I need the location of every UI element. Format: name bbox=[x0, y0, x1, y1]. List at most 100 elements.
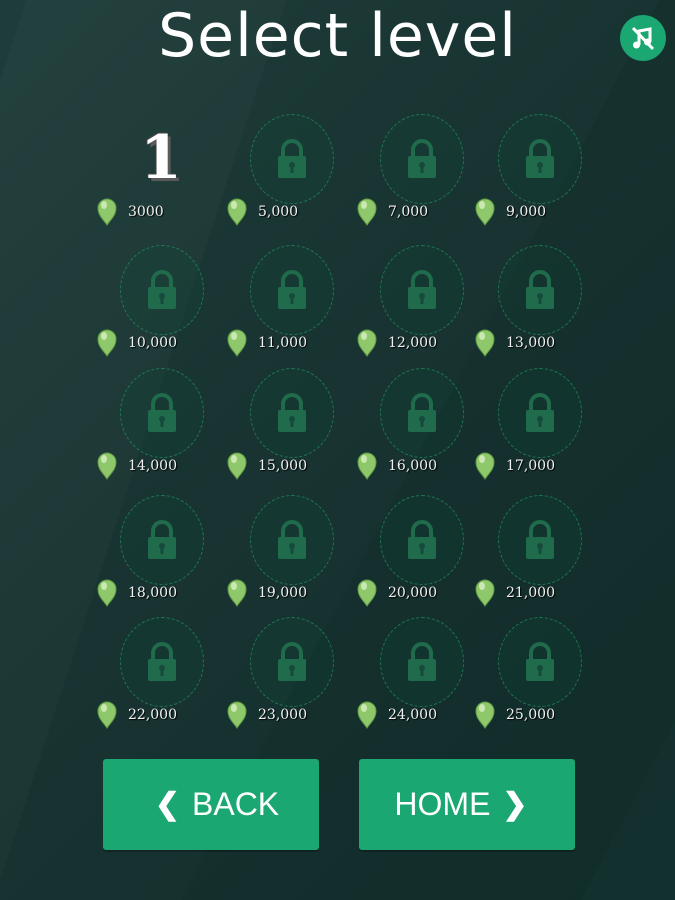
chevron-left-icon: ❮ bbox=[154, 788, 180, 821]
level-button-locked[interactable]: 12,000 bbox=[356, 245, 488, 365]
lock-circle bbox=[250, 617, 334, 707]
cost-value: 9,000 bbox=[506, 204, 547, 220]
cost-value: 17,000 bbox=[506, 458, 555, 474]
lock-icon bbox=[408, 393, 436, 432]
back-label: BACK bbox=[192, 786, 280, 822]
level-button-locked[interactable]: 15,000 bbox=[227, 368, 358, 488]
lock-icon bbox=[408, 642, 436, 681]
lock-icon bbox=[148, 520, 176, 559]
gem-icon bbox=[357, 701, 377, 729]
level-cost: 7,000 bbox=[356, 196, 486, 230]
gem-icon bbox=[97, 701, 117, 729]
level-button-locked[interactable]: 14,000 bbox=[96, 368, 228, 488]
level-button-locked[interactable]: 7,000 bbox=[356, 114, 488, 234]
lock-circle bbox=[120, 617, 204, 707]
lock-circle bbox=[380, 368, 464, 458]
cost-value: 25,000 bbox=[506, 707, 555, 723]
level-cost: 18,000 bbox=[96, 577, 226, 611]
lock-circle bbox=[498, 617, 582, 707]
cost-value: 3000 bbox=[128, 204, 164, 220]
cost-value: 11,000 bbox=[258, 335, 307, 351]
level-button-locked[interactable]: 19,000 bbox=[226, 495, 358, 615]
cost-value: 21,000 bbox=[506, 585, 555, 601]
gem-icon bbox=[357, 198, 377, 226]
gem-icon bbox=[475, 452, 495, 480]
lock-icon bbox=[526, 642, 554, 681]
gem-icon bbox=[475, 579, 495, 607]
cost-value: 10,000 bbox=[128, 335, 177, 351]
cost-value: 23,000 bbox=[258, 707, 307, 723]
lock-icon bbox=[148, 270, 176, 309]
gem-icon bbox=[227, 701, 247, 729]
gem-icon bbox=[475, 198, 495, 226]
level-cost: 3000 bbox=[96, 196, 226, 230]
level-cost: 5,000 bbox=[226, 196, 356, 230]
level-button-locked[interactable]: 22,000 bbox=[97, 617, 228, 737]
lock-circle bbox=[498, 368, 582, 458]
cost-value: 12,000 bbox=[388, 335, 437, 351]
gem-icon bbox=[475, 329, 495, 357]
back-button[interactable]: ❮ BACK bbox=[103, 759, 319, 850]
level-cost: 10,000 bbox=[96, 327, 226, 361]
cost-value: 20,000 bbox=[388, 585, 437, 601]
lock-circle bbox=[120, 245, 204, 335]
gem-icon bbox=[357, 329, 377, 357]
lock-circle bbox=[380, 617, 464, 707]
gem-icon bbox=[227, 198, 247, 226]
lock-circle bbox=[380, 114, 464, 204]
lock-circle bbox=[380, 245, 464, 335]
gem-icon bbox=[97, 198, 117, 226]
level-button-locked[interactable]: 21,000 bbox=[475, 495, 606, 615]
lock-icon bbox=[526, 520, 554, 559]
level-cost: 20,000 bbox=[356, 577, 486, 611]
level-button-locked[interactable]: 10,000 bbox=[96, 245, 228, 365]
cost-value: 5,000 bbox=[258, 204, 299, 220]
level-button-locked[interactable]: 23,000 bbox=[227, 617, 358, 737]
level-button-locked[interactable]: 9,000 bbox=[474, 114, 606, 234]
lock-icon bbox=[278, 270, 306, 309]
cost-value: 15,000 bbox=[258, 458, 307, 474]
lock-circle bbox=[250, 114, 334, 204]
level-cost: 19,000 bbox=[226, 577, 356, 611]
gem-icon bbox=[357, 579, 377, 607]
level-button-locked[interactable]: 25,000 bbox=[475, 617, 606, 737]
lock-icon bbox=[278, 520, 306, 559]
gem-icon bbox=[227, 452, 247, 480]
gem-icon bbox=[227, 579, 247, 607]
cost-value: 18,000 bbox=[128, 585, 177, 601]
lock-circle bbox=[250, 495, 334, 585]
level-cost: 16,000 bbox=[356, 450, 486, 484]
level-button-locked[interactable]: 11,000 bbox=[227, 245, 358, 365]
lock-icon bbox=[278, 642, 306, 681]
cost-value: 22,000 bbox=[128, 707, 177, 723]
gem-icon bbox=[357, 452, 377, 480]
gem-icon bbox=[97, 579, 117, 607]
level-button-locked[interactable]: 5,000 bbox=[226, 114, 358, 234]
level-cost: 14,000 bbox=[96, 450, 226, 484]
level-button-locked[interactable]: 20,000 bbox=[356, 495, 488, 615]
lock-circle bbox=[250, 368, 334, 458]
lock-circle bbox=[250, 245, 334, 335]
level-button-locked[interactable]: 13,000 bbox=[475, 245, 606, 365]
lock-circle bbox=[120, 495, 204, 585]
cost-value: 16,000 bbox=[388, 458, 437, 474]
home-button[interactable]: HOME ❯ bbox=[359, 759, 575, 850]
level-button-locked[interactable]: 18,000 bbox=[96, 495, 228, 615]
lock-icon bbox=[526, 393, 554, 432]
gem-icon bbox=[97, 329, 117, 357]
level-button-locked[interactable]: 16,000 bbox=[356, 368, 488, 488]
lock-icon bbox=[526, 139, 554, 178]
level-cost: 9,000 bbox=[474, 196, 604, 230]
home-label: HOME bbox=[394, 786, 491, 822]
level-button-unlocked[interactable]: 1 3000 bbox=[96, 114, 228, 234]
level-cost: 12,000 bbox=[356, 327, 486, 361]
level-button-locked[interactable]: 17,000 bbox=[475, 368, 606, 488]
lock-icon bbox=[408, 270, 436, 309]
lock-icon bbox=[148, 642, 176, 681]
gem-icon bbox=[227, 329, 247, 357]
level-button-locked[interactable]: 24,000 bbox=[357, 617, 488, 737]
cost-value: 24,000 bbox=[388, 707, 437, 723]
chevron-right-icon: ❯ bbox=[502, 788, 528, 821]
level-grid: 1 3000 5,000 7,000 9,000 10,000 11,000 12,000 13… bbox=[0, 0, 675, 740]
cost-value: 13,000 bbox=[506, 335, 555, 351]
